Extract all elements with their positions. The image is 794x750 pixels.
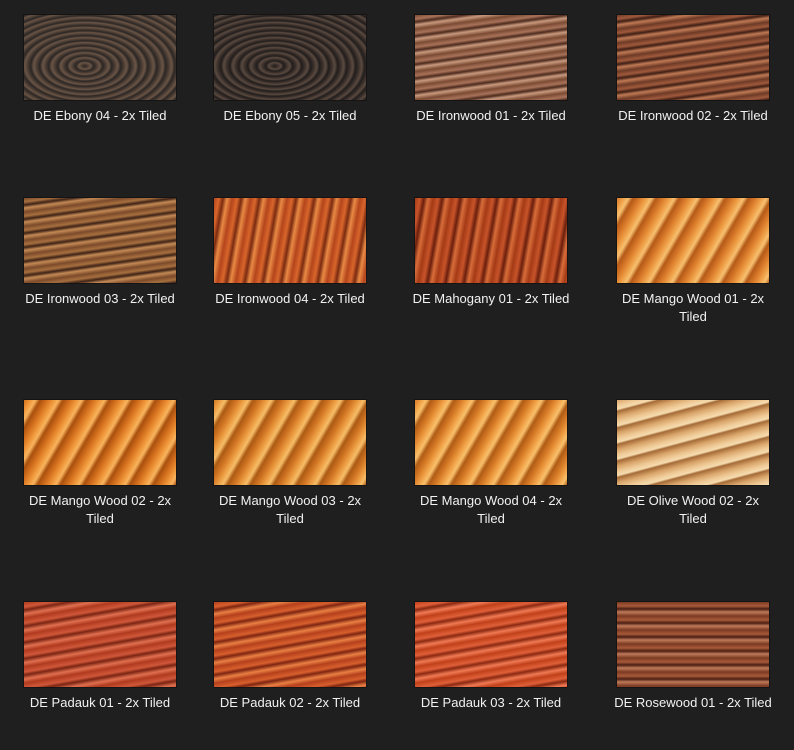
- texture-thumbnail: [24, 602, 176, 687]
- texture-label: DE Mango Wood 04 - 2x Tiled: [419, 493, 563, 526]
- texture-grid: DE Ebony 04 - 2x Tiled DE Ebony 05 - 2x T…: [0, 0, 794, 750]
- texture-label: DE Mahogany 01 - 2x Tiled: [412, 291, 570, 306]
- texture-label: DE Ebony 04 - 2x Tiled: [33, 108, 167, 123]
- texture-thumbnail: [415, 400, 567, 485]
- texture-thumbnail: [214, 400, 366, 485]
- texture-label: DE Olive Wood 02 - 2x Tiled: [627, 493, 759, 526]
- texture-thumbnail: [214, 198, 366, 283]
- texture-thumbnail: [214, 15, 366, 100]
- texture-label: DE Mango Wood 03 - 2x Tiled: [218, 493, 362, 526]
- texture-label: DE Ironwood 03 - 2x Tiled: [25, 291, 175, 306]
- texture-thumbnail: [24, 400, 176, 485]
- texture-thumbnail: [415, 602, 567, 687]
- texture-thumbnail: [24, 15, 176, 100]
- texture-thumbnail: [24, 198, 176, 283]
- texture-thumbnail: [617, 15, 769, 100]
- texture-label: DE Padauk 02 - 2x Tiled: [219, 695, 361, 710]
- texture-label: DE Mango Wood 01 - 2x Tiled: [621, 291, 765, 324]
- texture-label: DE Ironwood 04 - 2x Tiled: [215, 291, 365, 306]
- texture-thumbnail: [617, 198, 769, 283]
- texture-label: DE Mango Wood 02 - 2x Tiled: [28, 493, 172, 526]
- texture-thumbnail: [415, 15, 567, 100]
- texture-label: DE Ebony 05 - 2x Tiled: [223, 108, 357, 123]
- texture-thumbnail: [415, 198, 567, 283]
- texture-label: DE Padauk 01 - 2x Tiled: [29, 695, 171, 710]
- texture-thumbnail: [617, 602, 769, 687]
- texture-label: DE Padauk 03 - 2x Tiled: [420, 695, 562, 710]
- texture-label: DE Ironwood 02 - 2x Tiled: [618, 108, 768, 123]
- texture-label: DE Ironwood 01 - 2x Tiled: [416, 108, 566, 123]
- texture-label: DE Rosewood 01 - 2x Tiled: [614, 695, 772, 710]
- texture-thumbnail: [617, 400, 769, 485]
- texture-thumbnail: [214, 602, 366, 687]
